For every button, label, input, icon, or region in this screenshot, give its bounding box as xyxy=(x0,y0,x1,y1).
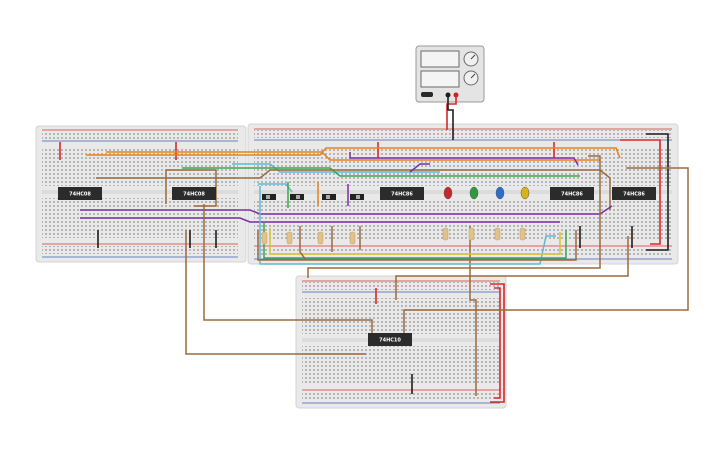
chip-u4[interactable]: 74HC86 xyxy=(550,187,594,200)
resistor xyxy=(349,231,356,245)
chip-label: 74HC86 xyxy=(623,192,645,198)
resistor xyxy=(442,227,449,241)
chip-u2[interactable]: 74HC08 xyxy=(172,187,216,200)
led-green[interactable] xyxy=(469,186,479,200)
chip-u6[interactable]: 74HC10 xyxy=(368,333,412,346)
chip-label: 74HC86 xyxy=(391,192,413,198)
resistor xyxy=(286,231,293,245)
chip-label: 74HC08 xyxy=(69,192,91,198)
chip-label: 74HC08 xyxy=(183,192,205,198)
chip-u5[interactable]: 74HC86 xyxy=(612,187,656,200)
chip-u3[interactable]: 74HC86 xyxy=(380,187,424,200)
resistor xyxy=(317,231,324,245)
resistor xyxy=(519,227,526,241)
led-yellow[interactable] xyxy=(520,186,530,200)
resistor xyxy=(494,227,501,241)
terminal-negative-icon[interactable] xyxy=(445,92,451,98)
led-red[interactable] xyxy=(443,186,453,200)
led-blue[interactable] xyxy=(495,186,505,200)
resistor xyxy=(468,227,475,241)
power-switch[interactable] xyxy=(421,92,433,97)
resistor xyxy=(261,231,268,245)
chip-u1[interactable]: 74HC08 xyxy=(58,187,102,200)
circuit-canvas: 74HC08 74HC08 74HC86 74HC86 74HC86 74HC1… xyxy=(35,45,689,409)
chip-label: 74HC86 xyxy=(561,192,583,198)
power-supply[interactable] xyxy=(415,45,485,103)
terminal-positive-icon[interactable] xyxy=(453,92,459,98)
chip-label: 74HC10 xyxy=(379,338,401,344)
